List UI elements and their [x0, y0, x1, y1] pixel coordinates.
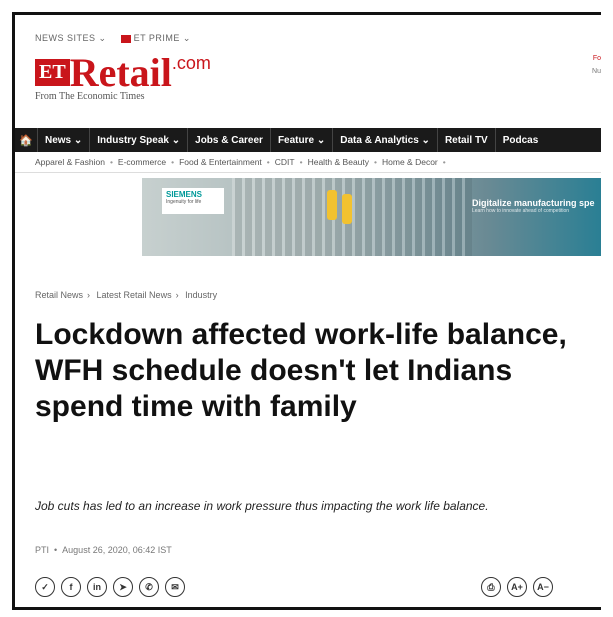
- breadcrumb-industry[interactable]: Industry: [185, 290, 217, 300]
- site-logo[interactable]: ET Retail.com From The Economic Times: [35, 53, 211, 102]
- banner-brand: SIEMENS: [166, 190, 203, 199]
- breadcrumb: Retail News › Latest Retail News › Industr…: [35, 290, 217, 300]
- subnav-separator: •: [109, 157, 113, 167]
- main-nav: 🏠 News ⌄ Industry Speak ⌄ Jobs & Career …: [15, 128, 601, 152]
- article-source[interactable]: PTI: [35, 545, 49, 555]
- nav-jobs-career[interactable]: Jobs & Career: [187, 128, 270, 152]
- header-right-link-1[interactable]: Fo: [571, 55, 601, 62]
- font-decrease-icon[interactable]: A−: [533, 577, 553, 597]
- breadcrumb-retail-news[interactable]: Retail News: [35, 290, 83, 300]
- breadcrumb-separator: ›: [87, 290, 91, 300]
- nav-feature[interactable]: Feature ⌄: [269, 128, 332, 152]
- et-prime-label: ET PRIME ⌄: [133, 33, 191, 43]
- font-increase-icon[interactable]: A+: [507, 577, 527, 597]
- logo-subtitle: From The Economic Times: [35, 91, 145, 102]
- nav-data-analytics[interactable]: Data & Analytics ⌄: [332, 128, 437, 152]
- banner-brand-sub: Ingenuity for life: [166, 199, 202, 205]
- logo-et-badge: ET: [35, 59, 70, 86]
- browser-viewport: NEWS SITES ⌄ ET PRIME ⌄ ET Retail.com Fro…: [12, 12, 601, 610]
- byline-separator: •: [54, 545, 58, 555]
- subnav-separator: •: [171, 157, 175, 167]
- print-icon[interactable]: ⎙: [481, 577, 501, 597]
- article-synopsis: Job cuts has led to an increase in work …: [35, 499, 489, 513]
- et-prime-dropdown[interactable]: ET PRIME ⌄: [120, 33, 191, 44]
- sub-nav: Apparel & Fashion • E-commerce • Food & En…: [15, 152, 601, 173]
- banner-factory-image: [232, 178, 472, 256]
- email-icon[interactable]: ✉: [165, 577, 185, 597]
- banner-tagline-main: Digitalize manufacturing spe: [472, 198, 595, 208]
- banner-worker-figure: [342, 194, 352, 224]
- breadcrumb-separator: ›: [175, 290, 179, 300]
- header-right-links[interactable]: Fo Nu: [571, 55, 601, 75]
- article-byline: PTI • August 26, 2020, 06:42 IST: [35, 545, 172, 555]
- subnav-separator: •: [442, 157, 446, 167]
- linkedin-icon[interactable]: in: [87, 577, 107, 597]
- subnav-separator: •: [299, 157, 303, 167]
- ad-banner[interactable]: SIEMENS Ingenuity for life Digitalize ma…: [142, 178, 601, 256]
- breadcrumb-latest[interactable]: Latest Retail News: [97, 290, 172, 300]
- facebook-icon[interactable]: f: [61, 577, 81, 597]
- subnav-home-decor[interactable]: Home & Decor: [382, 157, 438, 167]
- article-headline: Lockdown affected work-life balance, WFH…: [35, 318, 567, 423]
- top-links: NEWS SITES ⌄ ET PRIME ⌄: [35, 33, 191, 44]
- share-bar: ✓ f in ➤ ✆ ✉: [35, 577, 185, 597]
- nav-news[interactable]: News ⌄: [37, 128, 89, 152]
- article-tools: ⎙ A+ A−: [481, 577, 553, 597]
- nav-retail-tv[interactable]: Retail TV: [436, 128, 495, 152]
- article-date: August 26, 2020, 06:42 IST: [62, 545, 172, 555]
- nav-industry-speak[interactable]: Industry Speak ⌄: [89, 128, 187, 152]
- banner-worker-figure: [327, 190, 337, 220]
- banner-tagline-sub: Learn how to innovate ahead of competiti…: [472, 208, 570, 214]
- logo-retail-text: Retail: [69, 50, 172, 95]
- subnav-cdit[interactable]: CDIT: [275, 157, 295, 167]
- nav-podcast[interactable]: Podcas: [494, 128, 546, 152]
- whatsapp-icon[interactable]: ✆: [139, 577, 159, 597]
- subnav-separator: •: [374, 157, 378, 167]
- header-right-link-2[interactable]: Nu: [571, 68, 601, 75]
- banner-tagline: Digitalize manufacturing spe Learn how t…: [472, 198, 595, 214]
- subnav-health[interactable]: Health & Beauty: [308, 157, 369, 167]
- et-prime-icon: [120, 34, 131, 43]
- subnav-food[interactable]: Food & Entertainment: [179, 157, 262, 167]
- logo-com-text: .com: [171, 53, 211, 73]
- banner-brand-box: SIEMENS Ingenuity for life: [162, 188, 224, 214]
- twitter-icon[interactable]: ✓: [35, 577, 55, 597]
- subnav-apparel[interactable]: Apparel & Fashion: [35, 157, 105, 167]
- subnav-separator: •: [266, 157, 270, 167]
- telegram-icon[interactable]: ➤: [113, 577, 133, 597]
- news-sites-dropdown[interactable]: NEWS SITES ⌄: [35, 33, 107, 44]
- subnav-ecommerce[interactable]: E-commerce: [118, 157, 166, 167]
- home-icon[interactable]: 🏠: [15, 134, 37, 147]
